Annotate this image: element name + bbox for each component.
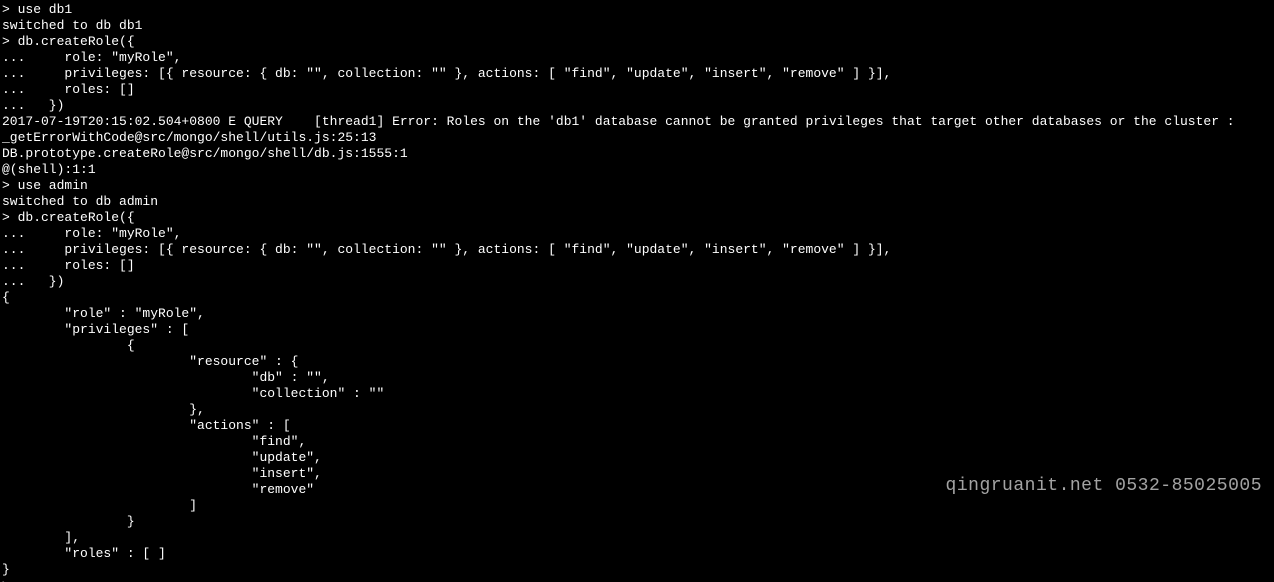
- terminal-line: ... role: "myRole",: [2, 226, 1272, 242]
- terminal-line: }: [2, 514, 1272, 530]
- terminal-line: ... roles: []: [2, 258, 1272, 274]
- terminal-line: },: [2, 402, 1272, 418]
- watermark-text: qingruanit.net 0532-85025005: [946, 478, 1262, 494]
- terminal-line: > db.createRole({: [2, 210, 1272, 226]
- terminal-line: "collection" : "": [2, 386, 1272, 402]
- terminal-line: "roles" : [ ]: [2, 546, 1272, 562]
- terminal-line: }: [2, 562, 1272, 578]
- terminal-line: > db.createRole({: [2, 34, 1272, 50]
- terminal-line: @(shell):1:1: [2, 162, 1272, 178]
- terminal-line: ... }): [2, 274, 1272, 290]
- terminal-line: _getErrorWithCode@src/mongo/shell/utils.…: [2, 130, 1272, 146]
- terminal-line: ... roles: []: [2, 82, 1272, 98]
- terminal-line: "resource" : {: [2, 354, 1272, 370]
- terminal-line: "find",: [2, 434, 1272, 450]
- terminal-line: ... role: "myRole",: [2, 50, 1272, 66]
- terminal-line: "update",: [2, 450, 1272, 466]
- terminal-line: "db" : "",: [2, 370, 1272, 386]
- terminal-line: ],: [2, 530, 1272, 546]
- terminal-line: >: [2, 578, 1272, 582]
- terminal-line: ]: [2, 498, 1272, 514]
- terminal-line: > use db1: [2, 2, 1272, 18]
- terminal-line: {: [2, 338, 1272, 354]
- terminal-line: "role" : "myRole",: [2, 306, 1272, 322]
- terminal-line: ... privileges: [{ resource: { db: "", c…: [2, 242, 1272, 258]
- terminal-line: "actions" : [: [2, 418, 1272, 434]
- terminal-line: "privileges" : [: [2, 322, 1272, 338]
- terminal-line: > use admin: [2, 178, 1272, 194]
- terminal-line: switched to db admin: [2, 194, 1272, 210]
- terminal-line: DB.prototype.createRole@src/mongo/shell/…: [2, 146, 1272, 162]
- terminal-line: ... privileges: [{ resource: { db: "", c…: [2, 66, 1272, 82]
- terminal-line: 2017-07-19T20:15:02.504+0800 E QUERY [th…: [2, 114, 1272, 130]
- terminal-line: switched to db db1: [2, 18, 1272, 34]
- terminal-line: ... }): [2, 98, 1272, 114]
- terminal-line: {: [2, 290, 1272, 306]
